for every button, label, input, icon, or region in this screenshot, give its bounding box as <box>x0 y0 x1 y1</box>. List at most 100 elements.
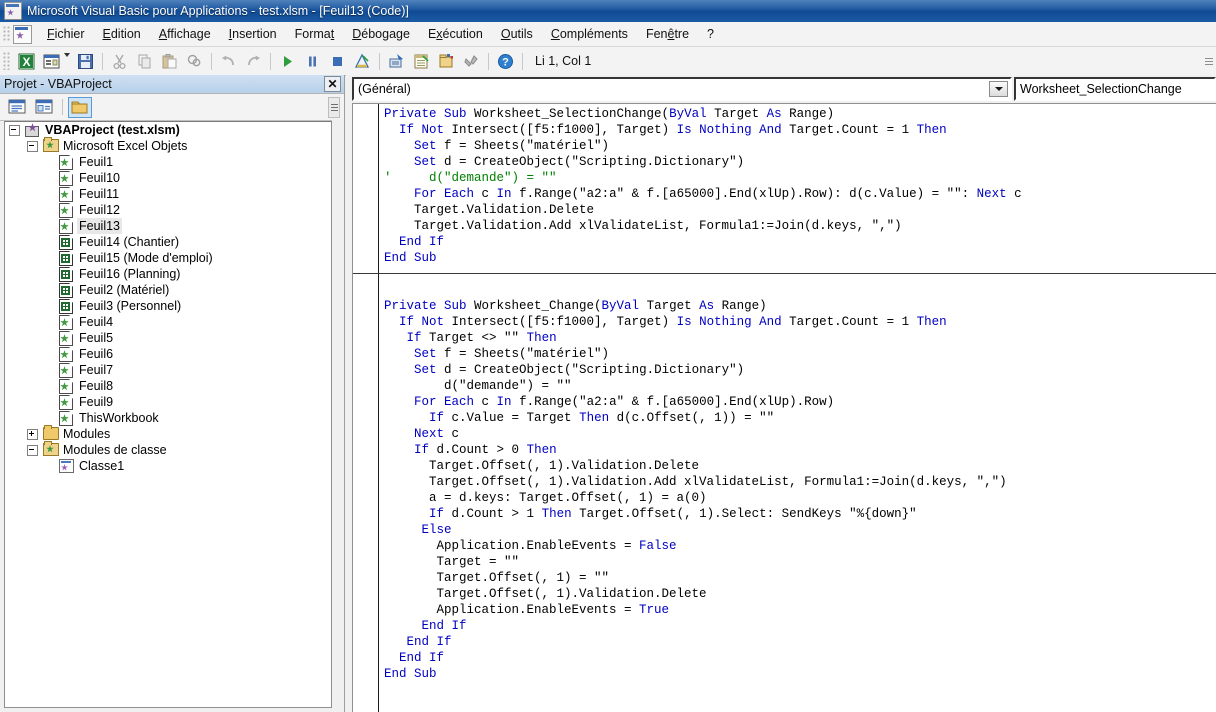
code-line[interactable]: Private Sub Worksheet_Change(ByVal Targe… <box>384 298 1216 314</box>
code-line[interactable]: d("demande") = "" <box>384 378 1216 394</box>
copy-icon[interactable] <box>133 50 156 73</box>
view-object-icon[interactable] <box>33 97 57 118</box>
menu-item-help[interactable]: ? <box>698 24 723 44</box>
menu-item-outils[interactable]: Outils <box>492 24 542 44</box>
toolbar-overflow-handle[interactable] <box>1204 52 1213 70</box>
code-line[interactable]: Target.Validation.Delete <box>384 202 1216 218</box>
tree-item-feuil9[interactable]: Feuil9 <box>5 394 331 410</box>
code-line[interactable]: Application.EnableEvents = False <box>384 538 1216 554</box>
toolbar-grip-handle[interactable] <box>3 52 11 70</box>
redo-icon[interactable] <box>242 50 265 73</box>
vba-menu-icon[interactable] <box>13 24 32 44</box>
code-line[interactable]: Target.Validation.Add xlValidateList, Fo… <box>384 218 1216 234</box>
code-line[interactable]: Else <box>384 522 1216 538</box>
collapse-icon[interactable] <box>27 140 38 152</box>
tree-item-feuil10[interactable]: Feuil10 <box>5 170 331 186</box>
menu-grip-handle[interactable] <box>3 26 11 42</box>
code-line[interactable]: If Not Intersect([f5:f1000], Target) Is … <box>384 314 1216 330</box>
project-tree-scrollbar[interactable] <box>332 119 344 712</box>
code-line[interactable]: End If <box>384 634 1216 650</box>
code-margin-indicator-bar[interactable] <box>353 104 379 712</box>
menu-item-debogage[interactable]: Débogage <box>343 24 419 44</box>
expand-icon[interactable] <box>27 428 38 440</box>
dropdown-caret-icon[interactable] <box>64 53 70 57</box>
code-line[interactable]: For Each c In f.Range("a2:a" & f.[a65000… <box>384 186 1216 202</box>
design-mode-icon[interactable] <box>351 50 374 73</box>
code-line[interactable]: Private Sub Worksheet_SelectionChange(By… <box>384 106 1216 122</box>
tree-item-thisworkbook[interactable]: ThisWorkbook <box>5 410 331 426</box>
code-line[interactable]: If Target <> "" Then <box>384 330 1216 346</box>
toggle-folders-icon[interactable] <box>68 96 92 118</box>
tree-item-modules[interactable]: Modules <box>5 425 331 442</box>
tree-item-feuil6[interactable]: Feuil6 <box>5 346 331 362</box>
code-line[interactable]: If c.Value = Target Then d(c.Offset(, 1)… <box>384 410 1216 426</box>
code-line[interactable]: Set d = CreateObject("Scripting.Dictiona… <box>384 362 1216 378</box>
menu-item-format[interactable]: Format <box>286 24 344 44</box>
run-icon[interactable] <box>276 50 299 73</box>
tree-item-feuil5[interactable]: Feuil5 <box>5 330 331 346</box>
code-line[interactable]: End If <box>384 618 1216 634</box>
code-editor[interactable]: Private Sub Worksheet_SelectionChange(By… <box>352 103 1216 712</box>
code-line[interactable]: Target.Offset(, 1).Validation.Add xlVali… <box>384 474 1216 490</box>
code-line[interactable]: Set f = Sheets("matériel") <box>384 138 1216 154</box>
code-line[interactable]: a = d.keys: Target.Offset(, 1) = a(0) <box>384 490 1216 506</box>
code-line[interactable]: If d.Count > 0 Then <box>384 442 1216 458</box>
menu-item-affichage[interactable]: Affichage <box>150 24 220 44</box>
save-icon[interactable] <box>74 50 97 73</box>
object-dropdown[interactable]: (Général) <box>352 77 1012 101</box>
project-toolbar-overflow-handle[interactable] <box>328 97 340 118</box>
tree-item-feuil12[interactable]: Feuil12 <box>5 202 331 218</box>
code-line[interactable]: For Each c In f.Range("a2:a" & f.[a65000… <box>384 394 1216 410</box>
paste-icon[interactable] <box>158 50 181 73</box>
close-icon[interactable]: ✕ <box>324 76 341 92</box>
menu-item-edition[interactable]: Edition <box>94 24 150 44</box>
code-line[interactable]: End If <box>384 650 1216 666</box>
code-line[interactable]: Target.Offset(, 1) = "" <box>384 570 1216 586</box>
object-browser-icon[interactable] <box>435 50 458 73</box>
toolbox-icon[interactable] <box>460 50 483 73</box>
procedure-dropdown[interactable]: Worksheet_SelectionChange <box>1014 77 1216 101</box>
tree-item-feuil4[interactable]: Feuil4 <box>5 314 331 330</box>
tree-item-feuil14-chantier[interactable]: Feuil14 (Chantier) <box>5 234 331 250</box>
menu-item-execution[interactable]: Exécution <box>419 24 492 44</box>
view-code-icon[interactable] <box>6 97 30 118</box>
cut-icon[interactable] <box>108 50 131 73</box>
menu-item-fichier[interactable]: Fichier <box>38 24 94 44</box>
code-line[interactable]: Set d = CreateObject("Scripting.Dictiona… <box>384 154 1216 170</box>
project-explorer-icon[interactable] <box>385 50 408 73</box>
tree-item-modules-de-classe[interactable]: Modules de classe <box>5 441 331 458</box>
tree-item-feuil3-personnel[interactable]: Feuil3 (Personnel) <box>5 298 331 314</box>
code-line[interactable]: If d.Count > 1 Then Target.Offset(, 1).S… <box>384 506 1216 522</box>
code-line[interactable]: If Not Intersect([f5:f1000], Target) Is … <box>384 122 1216 138</box>
code-line[interactable]: Next c <box>384 426 1216 442</box>
code-text[interactable]: Private Sub Worksheet_SelectionChange(By… <box>353 106 1216 712</box>
project-tree[interactable]: VBAProject (test.xlsm) Microsoft Excel Ob… <box>4 121 332 708</box>
tree-item-vbaproject-test-xlsm[interactable]: VBAProject (test.xlsm) <box>5 122 331 138</box>
collapse-icon[interactable] <box>27 444 38 456</box>
chevron-down-icon[interactable] <box>989 81 1008 97</box>
code-line[interactable]: End If <box>384 234 1216 250</box>
menu-item-insertion[interactable]: Insertion <box>220 24 286 44</box>
tree-item-feuil7[interactable]: Feuil7 <box>5 362 331 378</box>
help-icon[interactable]: ? <box>494 50 517 73</box>
code-line[interactable]: Target.Offset(, 1).Validation.Delete <box>384 458 1216 474</box>
code-line[interactable]: Set f = Sheets("matériel") <box>384 346 1216 362</box>
tree-item-feuil11[interactable]: Feuil11 <box>5 186 331 202</box>
menu-item-complements[interactable]: Compléments <box>542 24 637 44</box>
tree-item-feuil2-mat-riel[interactable]: Feuil2 (Matériel) <box>5 282 331 298</box>
code-line[interactable]: Application.EnableEvents = True <box>384 602 1216 618</box>
code-line[interactable] <box>384 282 1216 298</box>
view-excel-icon[interactable]: X <box>15 50 38 73</box>
collapse-icon[interactable] <box>9 124 20 136</box>
code-line[interactable]: End Sub <box>384 666 1216 682</box>
undo-icon[interactable] <box>217 50 240 73</box>
tree-item-classe1[interactable]: Classe1 <box>5 458 331 474</box>
tree-item-feuil8[interactable]: Feuil8 <box>5 378 331 394</box>
pause-icon[interactable] <box>301 50 324 73</box>
stop-icon[interactable] <box>326 50 349 73</box>
insert-userform-icon[interactable] <box>40 50 63 73</box>
properties-window-icon[interactable] <box>410 50 433 73</box>
tree-item-feuil1[interactable]: Feuil1 <box>5 154 331 170</box>
tree-item-microsoft-excel-objets[interactable]: Microsoft Excel Objets <box>5 137 331 154</box>
find-icon[interactable] <box>183 50 206 73</box>
